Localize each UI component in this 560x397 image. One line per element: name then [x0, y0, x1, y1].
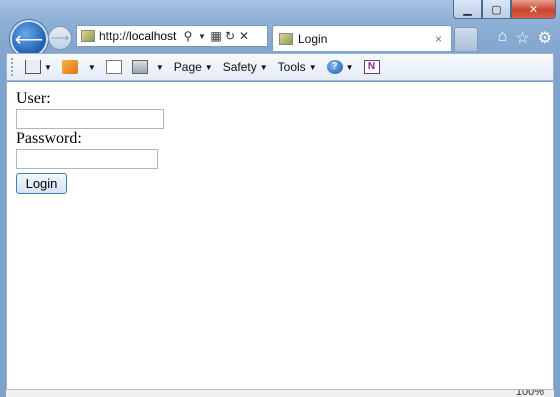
compatibility-view-icon[interactable]: ▦ [209, 29, 223, 43]
dropdown-arrow-icon[interactable]: ▼ [44, 63, 52, 72]
page-menu-label: Page [173, 60, 202, 74]
page-favicon [81, 30, 95, 42]
tools-menu-label: Tools [277, 60, 306, 74]
status-bar: 100% [6, 389, 554, 397]
favorites-star-icon[interactable]: ☆ [515, 28, 529, 48]
feeds-button[interactable]: ▼ [61, 60, 96, 74]
browser-window: ▁ ▢ ✕ ⟵ ⟶ http://localhost ⚲ ▼ ▦ ↻ ✕ Log… [0, 0, 560, 397]
close-window-button[interactable]: ✕ [511, 0, 556, 19]
safety-menu-label: Safety [222, 60, 257, 74]
browser-right-icons: ⌂ ☆ ⚙ [498, 28, 552, 48]
printer-icon [131, 60, 148, 74]
caption-buttons: ▁ ▢ ✕ [453, 0, 556, 20]
tab-login[interactable]: Login × [272, 25, 452, 51]
login-button[interactable]: Login [16, 173, 67, 194]
maximize-button[interactable]: ▢ [482, 0, 511, 19]
mail-icon [105, 60, 122, 74]
rss-feed-icon [61, 60, 78, 74]
home-icon[interactable]: ⌂ [498, 28, 508, 48]
toolbar-grip[interactable] [11, 58, 17, 76]
address-prefix: http:// [99, 29, 130, 43]
forward-button[interactable]: ⟶ [48, 26, 72, 50]
address-bar[interactable]: http://localhost ⚲ ▼ ▦ ↻ ✕ [76, 25, 268, 47]
address-url[interactable]: http://localhost [99, 29, 181, 43]
tab-title: Login [298, 31, 328, 46]
dropdown-arrow-icon: ▼ [259, 62, 268, 72]
new-tab-button[interactable] [454, 27, 478, 51]
password-label: Password: [16, 130, 82, 147]
print-button[interactable]: ▼ [131, 60, 164, 74]
zoom-level[interactable]: 100% [516, 390, 544, 397]
dropdown-arrow-icon[interactable]: ▼ [156, 63, 164, 72]
dropdown-arrow-icon[interactable]: ▼ [88, 63, 96, 72]
password-input[interactable] [16, 149, 158, 169]
gear-icon[interactable]: ⚙ [538, 28, 552, 48]
login-form: User: Password: Login [16, 90, 164, 194]
help-icon: ? [326, 60, 343, 74]
dropdown-arrow-icon: ▼ [345, 62, 354, 72]
dropdown-arrow-icon[interactable]: ▼ [195, 32, 209, 41]
safety-menu[interactable]: Safety ▼ [223, 60, 268, 74]
back-arrow-icon: ⟵ [14, 28, 44, 51]
page-menu[interactable]: Page ▼ [174, 60, 213, 74]
tab-favicon [279, 32, 293, 45]
help-menu[interactable]: ? ▼ [326, 60, 354, 74]
onenote-button[interactable]: N [363, 60, 380, 74]
onenote-icon: N [363, 60, 380, 74]
read-mail-button[interactable] [105, 60, 122, 74]
dropdown-arrow-icon: ▼ [204, 62, 213, 72]
user-label: User: [16, 90, 51, 107]
command-bar: ▼ ▼ ▼ Page ▼ Safety ▼ Tools ▼ ? ▼ N [6, 53, 554, 81]
minimize-button[interactable]: ▁ [453, 0, 482, 19]
forward-arrow-icon: ⟶ [50, 30, 70, 45]
page-content: User: Password: Login [6, 82, 554, 390]
user-input[interactable] [16, 109, 164, 129]
home-button[interactable]: ▼ [25, 60, 52, 74]
tab-close-button[interactable]: × [435, 32, 451, 46]
dropdown-arrow-icon: ▼ [308, 62, 317, 72]
address-host: localhost [129, 29, 177, 43]
tools-menu[interactable]: Tools ▼ [278, 60, 317, 74]
home-icon [25, 60, 41, 74]
search-icon[interactable]: ⚲ [181, 29, 195, 43]
stop-icon[interactable]: ✕ [237, 29, 251, 43]
refresh-icon[interactable]: ↻ [223, 29, 237, 43]
